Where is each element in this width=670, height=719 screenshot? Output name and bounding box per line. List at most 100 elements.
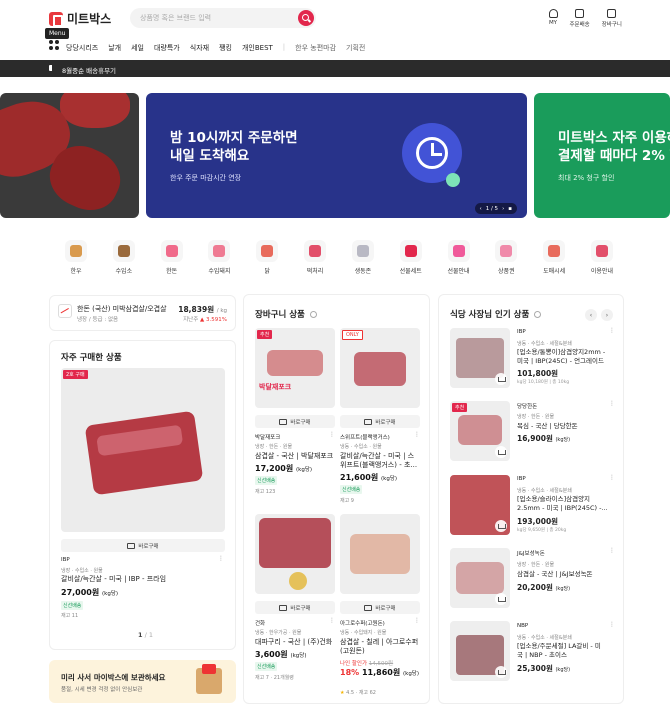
category-item[interactable]: 수입돼지 <box>199 240 239 275</box>
product-price: 101,800원 <box>517 369 559 378</box>
cart-add-icon[interactable] <box>495 446 507 458</box>
product-image[interactable]: 추천 박달재포크 <box>255 328 335 408</box>
product-name[interactable]: 삼겹살 - 칠레 | 아그로수퍼 (고원돈) <box>340 638 424 656</box>
logo[interactable]: 미트박스 <box>49 10 111 27</box>
banner-left[interactable] <box>0 93 139 218</box>
more-icon[interactable]: ⋮ <box>414 431 420 438</box>
product-brand: 박달재포크 <box>255 435 281 441</box>
category-item[interactable]: 떡처리 <box>295 240 335 275</box>
next-icon[interactable]: › <box>502 206 504 212</box>
buy-now-button[interactable]: 바로구매 <box>340 601 420 614</box>
more-icon[interactable]: ⋮ <box>609 474 615 481</box>
more-icon[interactable]: ⋮ <box>609 400 615 407</box>
product-name[interactable]: 삼겹살 - 국산 | 박달재포크 <box>255 452 335 461</box>
category-item[interactable]: 도매시세 <box>534 240 574 275</box>
more-icon[interactable]: ⋮ <box>329 617 335 624</box>
product-name[interactable]: [업소용/통뽕이]삼겹양지2mm - 미국 | IBP(245C) - 언그레이… <box>517 348 617 365</box>
search-bar[interactable]: 상품명 혹은 브랜드 입력 <box>130 8 316 28</box>
product-name[interactable]: 삼겹살 - 국산 | J&J보성녹돈 <box>517 570 617 579</box>
header: 미트박스 상품명 혹은 브랜드 입력 MY 주문배송 장바구니 Menu 당당시… <box>0 0 670 58</box>
info-icon[interactable] <box>309 311 317 318</box>
buy-now-button[interactable]: 바로구매 <box>61 539 225 552</box>
search-icon[interactable] <box>298 10 314 26</box>
nav-item[interactable]: 대량특가 <box>154 43 180 53</box>
category-item[interactable]: 선물안내 <box>439 240 479 275</box>
category-item[interactable]: 상품권 <box>486 240 526 275</box>
carousel-arrows: ‹ › <box>585 309 613 321</box>
product-brand: NBP <box>517 623 529 629</box>
product-image[interactable]: 추천 <box>450 401 510 461</box>
category-item[interactable]: 수입소 <box>104 240 144 275</box>
cart-add-icon[interactable] <box>495 373 507 385</box>
product-name[interactable]: [업소용/슬라이스]삼겹양지 2.5mm - 미국 | IBP(245C) -.… <box>517 495 617 512</box>
nav-item[interactable]: 쨍킹 <box>219 43 232 53</box>
buy-now-button[interactable]: 바로구매 <box>255 415 335 428</box>
more-icon[interactable]: ⋮ <box>609 547 615 554</box>
box-icon <box>196 664 222 694</box>
category-icon <box>256 240 279 262</box>
more-icon[interactable]: ⋮ <box>609 621 615 628</box>
banner-right-title: 미트박스 자주 이용하 결제할 때마다 2% 할 <box>558 130 670 164</box>
price-value: 20,200원 <box>517 583 553 592</box>
more-icon[interactable]: ⋮ <box>609 327 615 334</box>
category-icon <box>351 240 374 262</box>
nav-item[interactable]: 한우 농편마감 <box>295 43 336 53</box>
buy-now-button[interactable]: 바로구매 <box>255 601 335 614</box>
product-tags: 냉동 · 수입소 · 세절&분쇄 <box>517 635 572 641</box>
category-item[interactable]: 한돈 <box>152 240 192 275</box>
nav-item[interactable]: 기획전 <box>346 43 365 53</box>
product-name[interactable]: 대파구리 - 국산 | (주)건화 <box>255 638 335 647</box>
category-item[interactable]: 한우 <box>56 240 96 275</box>
product-image[interactable]: 2호 구매 <box>61 368 225 532</box>
product-image[interactable] <box>450 621 510 681</box>
more-icon[interactable]: ⋮ <box>218 555 224 562</box>
banner-controls[interactable]: ‹ 1 / 5 › ▪ <box>474 203 517 214</box>
notice-bar[interactable]: 8월중순 배송휴무기 <box>0 60 670 77</box>
product-name[interactable]: 갈비살/늑간살 - 미국 | IBP - 프라임 <box>61 575 166 584</box>
price-ticker[interactable]: 한돈 (국산) 미박삼겹살/오겹살 냉장 / 등급 : 없음 18,839원 /… <box>49 295 236 331</box>
product-image[interactable] <box>450 548 510 608</box>
menu-icon[interactable] <box>49 40 59 50</box>
category-item[interactable]: 이용안내 <box>582 240 622 275</box>
product-image[interactable] <box>340 514 420 594</box>
category-item[interactable]: 선물세트 <box>391 240 431 275</box>
cart-add-icon[interactable] <box>495 666 507 678</box>
product-image[interactable] <box>255 514 335 594</box>
my-button[interactable]: MY <box>548 9 558 28</box>
product-name[interactable]: [업소용/주문세절] LA갈비 - 미 국 | NBP - 초이스 <box>517 642 617 659</box>
nav-item[interactable]: 날개 <box>108 43 121 53</box>
nav-item[interactable]: 개인BEST <box>242 43 273 53</box>
more-icon[interactable]: ⋮ <box>329 431 335 438</box>
grid-icon[interactable]: ▪ <box>508 206 512 212</box>
buy-label: 바로구매 <box>290 605 311 612</box>
product-image[interactable] <box>450 328 510 388</box>
banner-right[interactable]: 미트박스 자주 이용하 결제할 때마다 2% 할 최대 2% 청구 할인 <box>534 93 670 218</box>
nav-item[interactable]: 당당시리즈 <box>66 43 98 53</box>
next-arrow-icon[interactable]: › <box>601 309 613 321</box>
my-label: MY <box>548 20 558 26</box>
buy-label: 바로구매 <box>375 419 396 426</box>
cart-button[interactable]: 장바구니 <box>602 9 622 28</box>
banner-main[interactable]: 밤 10시까지 주문하면 내일 도착해요 한우 주문 마감시간 연장 ‹ 1 /… <box>146 93 527 218</box>
rating-value: 4.5 <box>346 690 355 696</box>
search-input[interactable]: 상품명 혹은 브랜드 입력 <box>140 13 211 23</box>
category-item[interactable]: 닭 <box>247 240 287 275</box>
cart-add-icon[interactable] <box>495 593 507 605</box>
cart-add-icon[interactable] <box>495 520 507 532</box>
info-icon[interactable] <box>534 311 542 318</box>
product-image[interactable] <box>450 475 510 535</box>
product-brand: 건화 <box>255 621 266 627</box>
more-icon[interactable]: ⋮ <box>414 617 420 624</box>
prev-icon[interactable]: ‹ <box>480 206 482 212</box>
category-item[interactable]: 생동존 <box>343 240 383 275</box>
promo-banner[interactable]: 미리 사서 마이박스에 보관하세요 품절, 시세 변경 걱정 없이 안심보관 <box>49 660 236 703</box>
product-name[interactable]: 목심 - 국산 | 당당한돈 <box>517 422 617 431</box>
product-name[interactable]: 갈비살/늑간살 - 미국 | 스 위프트(블랙앵거스) - 초... <box>340 452 424 470</box>
buy-now-button[interactable]: 바로구매 <box>340 415 420 428</box>
nav-item[interactable]: 식자재 <box>190 43 209 53</box>
prev-arrow-icon[interactable]: ‹ <box>585 309 597 321</box>
product-image[interactable]: ONLY <box>340 328 420 408</box>
nav-item[interactable]: 세일 <box>131 43 144 53</box>
orders-button[interactable]: 주문배송 <box>570 9 590 28</box>
meat-image <box>267 350 323 376</box>
